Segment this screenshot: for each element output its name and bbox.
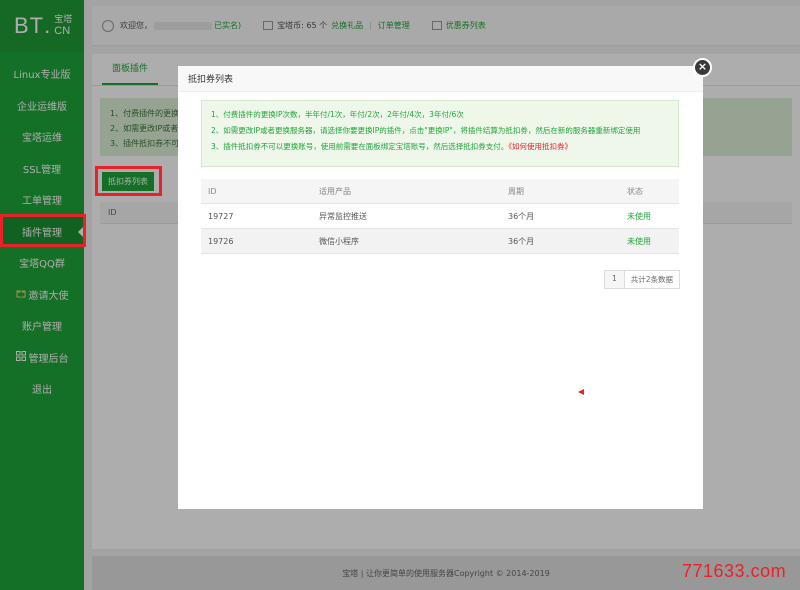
column-header-id: ID [208,186,217,196]
table-row: 19726 微信小程序 36个月 未使用 [201,229,679,254]
cell-id: 19726 [208,236,234,246]
notice-line-text: 3、插件抵扣券不可以更换账号，使用前需要在面板绑定宝塔账号，然后选择抵扣券支付。 [211,142,509,151]
notice-box: 1、付费插件的更换IP次数，半年付/1次，年付/2次，2年付/4次，3年付/6次… [201,100,679,167]
cell-product: 异常监控推送 [319,211,367,221]
watermark: 771633.com [682,561,787,581]
pointer-marker-icon [578,389,584,395]
highlight-box-coupon-button [95,166,162,196]
cell-id: 19727 [208,211,234,221]
notice-line-3: 3、插件抵扣券不可以更换账号，使用前需要在面板绑定宝塔账号，然后选择抵扣券支付。… [211,139,669,155]
how-to-use-link[interactable]: 《如何使用抵扣券》 [508,142,572,151]
cell-product: 微信小程序 [319,236,359,246]
modal-title: 抵扣券列表 [188,75,234,85]
table-row: 19727 异常监控推送 36个月 未使用 [201,204,679,229]
column-header-period: 周期 [508,186,524,196]
cell-status: 未使用 [627,236,651,246]
cell-period: 36个月 [508,211,535,221]
close-icon[interactable]: × [693,58,712,77]
total-count: 共计2条数据 [624,270,680,289]
cell-status: 未使用 [627,211,651,221]
column-header-status: 状态 [627,186,643,196]
coupon-list-modal: 抵扣券列表 × 1、付费插件的更换IP次数，半年付/1次，年付/2次，2年付/4… [178,58,712,509]
table-header-row: ID 适用产品 周期 状态 [201,179,679,204]
notice-line: 1、付费插件的更换IP次数，半年付/1次，年付/2次，2年付/4次，3年付/6次 [211,110,464,119]
highlight-box-plugins [0,214,86,247]
pagination: 1 共计2条数据 [603,270,680,289]
page-number-button[interactable]: 1 [603,270,625,289]
coupon-table: ID 适用产品 周期 状态 19727 异常监控推送 36个月 未使用 1972… [201,179,679,254]
notice-line: 2、如需更改IP或者更换服务器，请选择你要更换IP的插件，点击"更换IP"，将插… [211,126,641,135]
cell-period: 36个月 [508,236,535,246]
modal-header: 抵扣券列表 [178,66,703,92]
column-header-product: 适用产品 [319,186,351,196]
